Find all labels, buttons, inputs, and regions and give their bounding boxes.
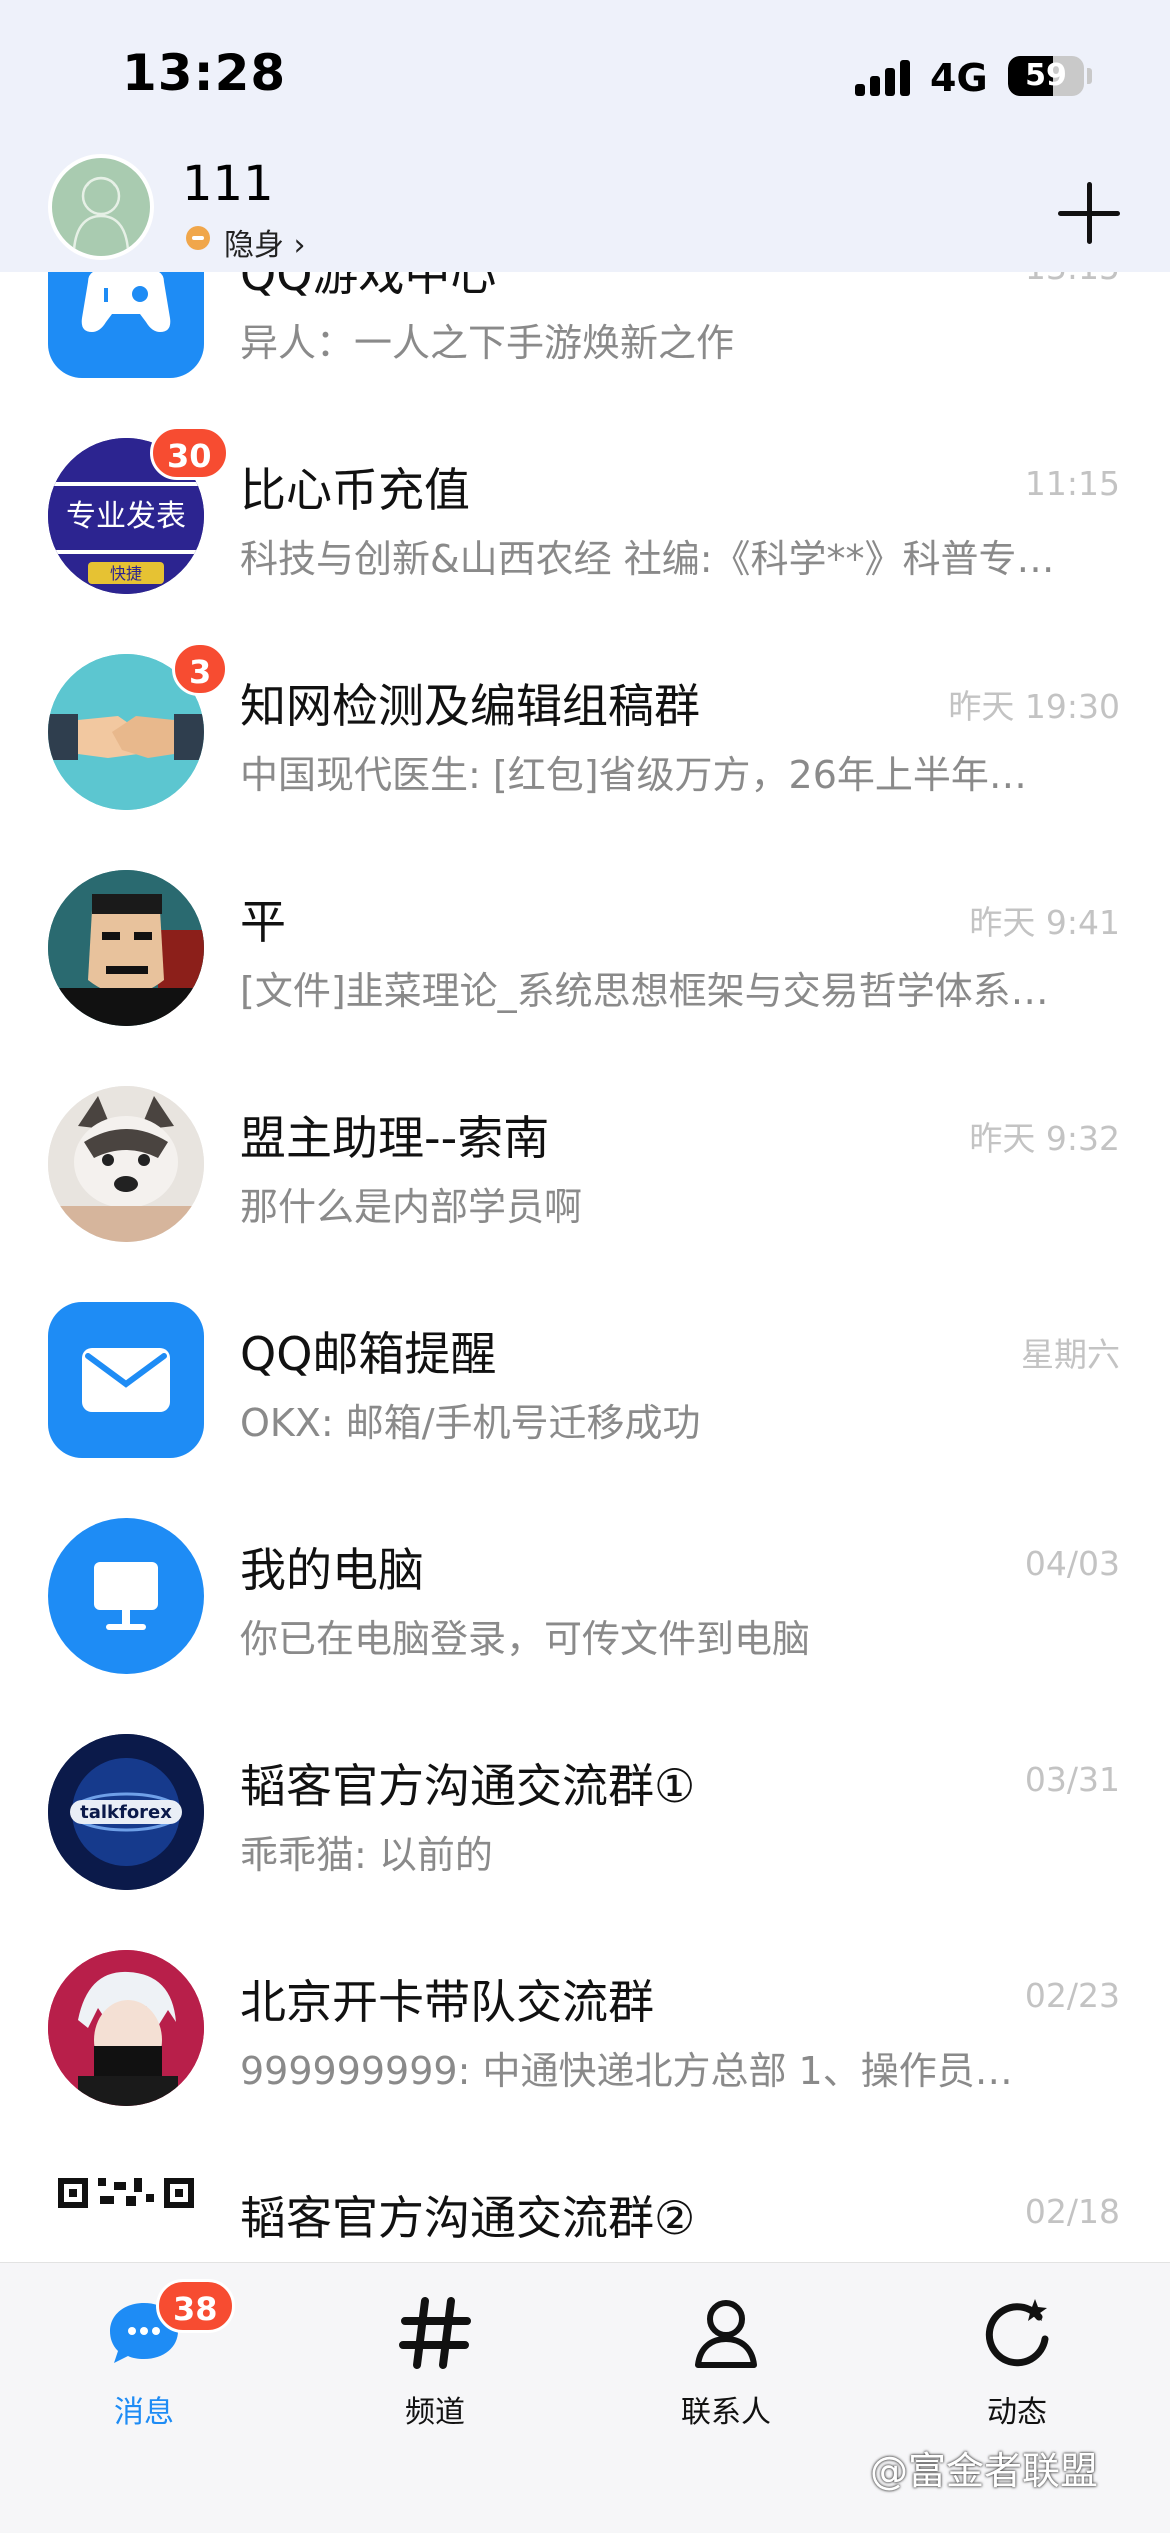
conversation-time: 02/18	[1024, 2192, 1120, 2231]
conversation-title: QQ游戏中心	[240, 272, 497, 301]
messages-badge: 38	[156, 2279, 235, 2333]
talkforex-text: talkforex	[80, 1802, 172, 1823]
list-item[interactable]: 北京开卡带队交流群 999999999: 中通快递北方总部 1、操作员… 02/…	[0, 1920, 1170, 2136]
profile-sketch-icon	[72, 176, 130, 251]
conversation-preview: 中国现代医生: [红包]省级万方，26年上半年…	[240, 753, 1027, 797]
watermark: @富金者联盟	[870, 2449, 1099, 2493]
conversation-preview: 那什么是内部学员啊	[240, 1185, 583, 1229]
conversation-title: 韬客官方沟通交流群①	[240, 1759, 696, 1813]
status-time: 13:28	[122, 44, 287, 102]
signal-icon	[855, 60, 915, 96]
poster-text: 专业发表	[66, 499, 186, 534]
dog-avatar	[48, 1086, 204, 1242]
conversation-preview: 科技与创新&山西农经 社编:《科学**》科普专…	[240, 537, 1055, 581]
talkforex-avatar: talkforex	[48, 1734, 204, 1890]
conversation-preview: 你已在电脑登录，可传文件到电脑	[240, 1617, 811, 1661]
list-item[interactable]: 平 [文件]韭菜理论_系统思想框架与交易哲学体系… 昨天 9:41	[0, 840, 1170, 1056]
tab-moments[interactable]: 动态	[917, 2293, 1117, 2431]
mail-icon	[48, 1302, 204, 1458]
qr-avatar	[48, 2166, 204, 2262]
battery-level: 59	[1025, 58, 1067, 93]
poster-subtext: 快捷	[110, 564, 142, 583]
invisible-status-icon	[186, 226, 210, 250]
conversation-time: 02/23	[1024, 1976, 1120, 2015]
list-item[interactable]: 韬客官方沟通交流群② 02/18	[0, 2136, 1170, 2262]
chat-bubble-icon: 38	[104, 2279, 235, 2373]
contact-icon	[686, 2293, 766, 2373]
conversation-title: QQ邮箱提醒	[240, 1327, 497, 1381]
username[interactable]: 111	[182, 156, 274, 212]
add-icon[interactable]	[1058, 182, 1120, 244]
battery-icon: 59	[1008, 56, 1084, 96]
conversation-title: 知网检测及编辑组稿群	[240, 679, 700, 733]
gamepad-icon	[48, 272, 204, 378]
conversation-time: 11:15	[1024, 464, 1120, 503]
conversation-time: 昨天 9:32	[969, 1119, 1120, 1158]
computer-icon	[48, 1518, 204, 1674]
conversation-title: 韬客官方沟通交流群②	[240, 2191, 696, 2245]
conversation-title: 盟主助理--索南	[240, 1111, 550, 1165]
unread-badge: 30	[150, 426, 229, 480]
conversation-title: 比心币充值	[240, 463, 470, 517]
conversation-preview: OKX: 邮箱/手机号迁移成功	[240, 1401, 701, 1445]
list-item[interactable]: talkforex 韬客官方沟通交流群① 乖乖猫: 以前的 03/31	[0, 1704, 1170, 1920]
conversation-list[interactable]: 1 QQ游戏中心 异人：一人之下手游焕新之作 13:15 专业发表 快捷 30 …	[0, 272, 1170, 2262]
pixel-portrait-avatar	[48, 870, 204, 1026]
conversation-time: 13:15	[1025, 272, 1120, 287]
conversation-time: 04/03	[1024, 1544, 1120, 1583]
tab-label: 联系人	[681, 2395, 771, 2430]
conversation-preview: [文件]韭菜理论_系统思想框架与交易哲学体系…	[240, 969, 1049, 1013]
list-item[interactable]: 我的电脑 你已在电脑登录，可传文件到电脑 04/03	[0, 1488, 1170, 1704]
list-item[interactable]: 3 知网检测及编辑组稿群 中国现代医生: [红包]省级万方，26年上半年… 昨天…	[0, 624, 1170, 840]
conversation-time: 昨天 9:41	[969, 903, 1120, 942]
tab-messages[interactable]: 38 消息	[44, 2279, 244, 2431]
conversation-time: 昨天 19:30	[948, 687, 1120, 726]
tab-label: 消息	[114, 2395, 174, 2430]
tab-channels[interactable]: 频道	[335, 2293, 535, 2431]
refresh-star-icon	[977, 2293, 1057, 2373]
conversation-title: 平	[240, 895, 286, 949]
my-avatar[interactable]	[48, 154, 154, 260]
conversation-time: 星期六	[1021, 1335, 1120, 1374]
tab-label: 动态	[987, 2395, 1047, 2430]
list-item[interactable]: 盟主助理--索南 那什么是内部学员啊 昨天 9:32	[0, 1056, 1170, 1272]
tab-contacts[interactable]: 联系人	[626, 2293, 826, 2431]
anime-avatar	[48, 1950, 204, 2106]
header: 111 隐身 ›	[0, 140, 1170, 272]
status-bar: 13:28 4G 59	[0, 0, 1170, 140]
conversation-preview: 999999999: 中通快递北方总部 1、操作员…	[240, 2049, 1013, 2093]
list-item[interactable]: 专业发表 快捷 30 比心币充值 科技与创新&山西农经 社编:《科学**》科普专…	[0, 408, 1170, 624]
network-label: 4G	[930, 56, 988, 100]
conversation-title: 北京开卡带队交流群	[240, 1975, 654, 2029]
battery-tip	[1087, 68, 1092, 84]
conversation-preview: 乖乖猫: 以前的	[240, 1833, 493, 1877]
list-item[interactable]: QQ邮箱提醒 OKX: 邮箱/手机号迁移成功 星期六	[0, 1272, 1170, 1488]
list-item[interactable]: 1 QQ游戏中心 异人：一人之下手游焕新之作 13:15	[0, 272, 1170, 408]
tab-label: 频道	[405, 2395, 465, 2430]
conversation-title: 我的电脑	[240, 1543, 424, 1597]
conversation-preview: 异人：一人之下手游焕新之作	[240, 321, 735, 365]
conversation-time: 03/31	[1024, 1760, 1120, 1799]
unread-badge: 3	[172, 642, 229, 696]
hashtag-icon	[395, 2293, 475, 2373]
online-status[interactable]: 隐身 ›	[224, 220, 306, 264]
